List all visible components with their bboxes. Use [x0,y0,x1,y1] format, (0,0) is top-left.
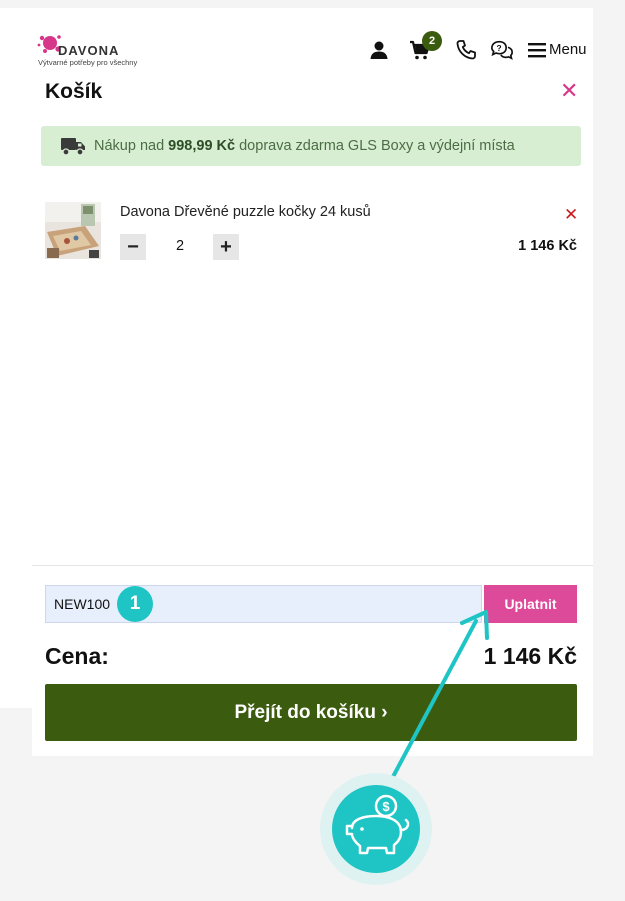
shipping-threshold: 998,99 Kč [168,138,236,154]
close-icon[interactable]: ✕ [560,80,578,102]
step-number-badge: 1 [117,586,153,622]
logo-tagline: Výtvarné potřeby pro všechny [38,58,138,67]
phone-icon[interactable] [454,38,478,62]
menu-button-label[interactable]: Menu [549,41,587,58]
free-shipping-banner: Nákup nad 998,99 Kč doprava zdarma GLS B… [41,126,581,166]
quantity-decrease-button[interactable]: − [120,234,146,260]
cart-item-name[interactable]: Davona Dřevěné puzzle kočky 24 kusů [120,204,371,220]
top-strip [0,0,625,8]
shipping-text-prefix: Nákup nad [94,138,169,154]
cart-item-price: 1 146 Kč [518,238,577,254]
checkout-button[interactable]: Přejít do košíku › [45,684,577,741]
quantity-increase-button[interactable]: + [213,234,239,260]
svg-text:$: $ [382,799,390,814]
truck-icon [61,138,85,156]
piggy-bank-icon: $ [320,773,432,885]
cart-title: Košík [45,80,103,103]
coupon-code-input[interactable] [45,585,482,623]
logo-name: DAVONA [58,43,120,58]
total-value: 1 146 Kč [483,643,577,669]
cart-count-badge: 2 [422,31,442,51]
apply-coupon-button[interactable]: Uplatnit [484,585,577,623]
remove-item-icon[interactable]: ✕ [564,205,578,225]
user-icon[interactable] [367,38,391,62]
product-thumbnail[interactable] [45,202,101,259]
quantity-value[interactable]: 2 [168,238,192,254]
divider [32,565,593,566]
total-label: Cena: [45,643,109,669]
svg-text:?: ? [497,43,502,53]
chat-icon[interactable]: ? [490,38,514,62]
shipping-text-suffix: doprava zdarma GLS Boxy a výdejní místa [235,138,515,154]
menu-icon[interactable] [528,40,546,60]
